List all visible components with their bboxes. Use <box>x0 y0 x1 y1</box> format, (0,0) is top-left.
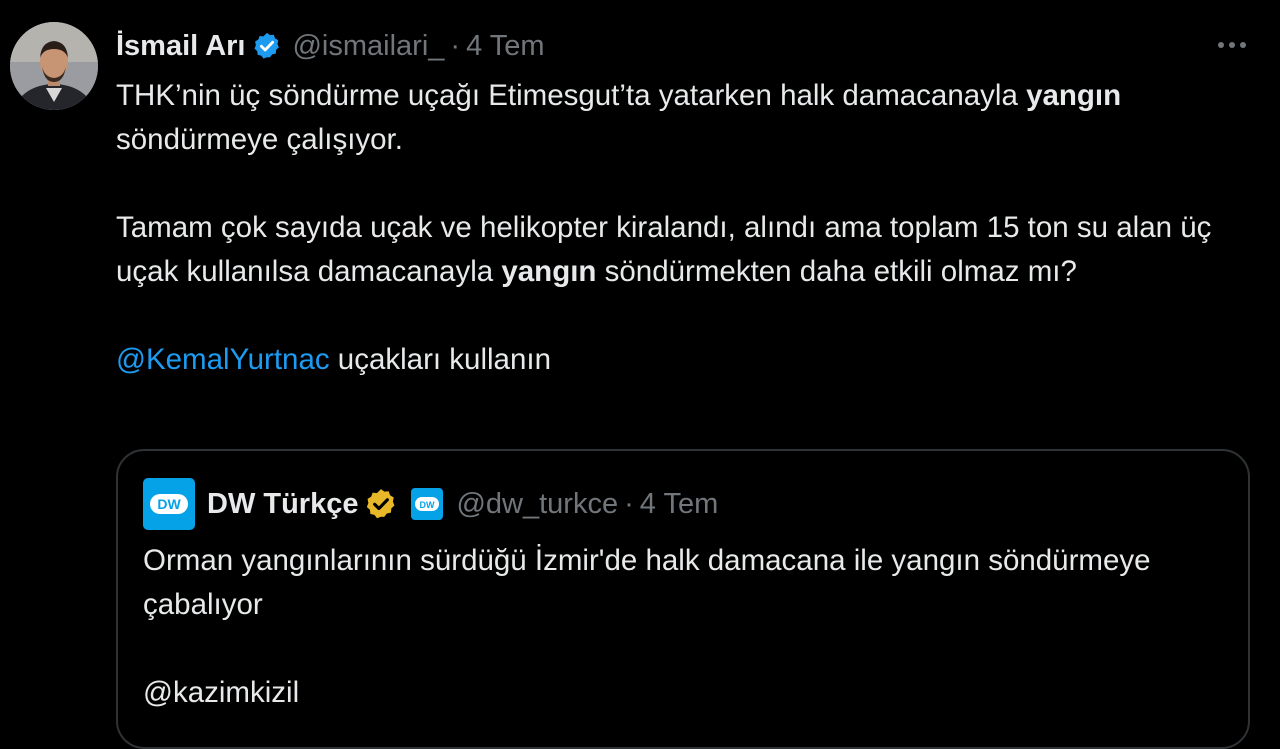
svg-text:DW: DW <box>420 500 435 510</box>
verified-badge-icon <box>252 31 282 61</box>
text-segment: THK’nin üç söndürme uçağı Etimesgut’ta y… <box>116 79 1027 112</box>
text-segment: söndürmeye çalışıyor. <box>116 123 403 156</box>
author-handle[interactable]: @ismailari_ <box>292 30 444 63</box>
more-options-icon-dot <box>1229 42 1235 48</box>
user-avatar-icon <box>10 22 98 110</box>
quoted-tweet-text: Orman yangınlarının sürdüğü İzmir'de hal… <box>143 539 1223 715</box>
text-segment: uçakları kullanın <box>329 343 551 376</box>
tweet-paragraph-2: Tamam çok sayıda uçak ve helikopter kira… <box>116 206 1246 294</box>
more-options-icon-dot <box>1240 42 1246 48</box>
tweet-date[interactable]: 4 Tem <box>466 30 544 63</box>
dw-affiliate-badge-icon[interactable]: DW <box>410 487 444 521</box>
svg-text:DW: DW <box>157 496 181 512</box>
author-avatar[interactable] <box>10 22 98 110</box>
quoted-tweet[interactable]: DW DW Türkçe DW @dw_turkce · 4 Tem Orman… <box>116 449 1250 749</box>
quoted-header-separator: · <box>624 487 634 520</box>
quoted-tweet-header: DW DW Türkçe DW @dw_turkce · 4 Tem <box>143 477 718 531</box>
more-options-button[interactable] <box>1212 30 1252 60</box>
author-name[interactable]: İsmail Arı <box>116 30 245 63</box>
quoted-author-name[interactable]: DW Türkçe <box>207 488 358 521</box>
tweet[interactable]: İsmail Arı @ismailari_ · 4 Tem THK’nin ü… <box>0 0 1280 749</box>
quoted-paragraph-1: Orman yangınlarının sürdüğü İzmir'de hal… <box>143 544 1151 621</box>
gold-verified-badge-icon <box>364 487 398 521</box>
text-segment: söndürmekten daha etkili olmaz mı? <box>596 255 1077 288</box>
highlighted-keyword: yangın <box>501 255 597 288</box>
dw-logo-icon[interactable]: DW <box>143 478 195 530</box>
quoted-mention[interactable]: @kazimkizil <box>143 671 1223 715</box>
tweet-paragraph-3: @KemalYurtnac uçakları kullanın <box>116 338 1246 382</box>
quoted-tweet-date[interactable]: 4 Tem <box>640 488 718 521</box>
more-options-icon <box>1218 42 1224 48</box>
highlighted-keyword: yangın <box>1026 79 1122 112</box>
tweet-paragraph-1: THK’nin üç söndürme uçağı Etimesgut’ta y… <box>116 74 1246 162</box>
quoted-author-handle[interactable]: @dw_turkce <box>456 488 618 521</box>
tweet-header: İsmail Arı @ismailari_ · 4 Tem <box>116 26 545 66</box>
tweet-text: THK’nin üç söndürme uçağı Etimesgut’ta y… <box>116 74 1246 382</box>
header-separator: · <box>450 29 461 62</box>
mention-link[interactable]: @KemalYurtnac <box>116 343 330 376</box>
